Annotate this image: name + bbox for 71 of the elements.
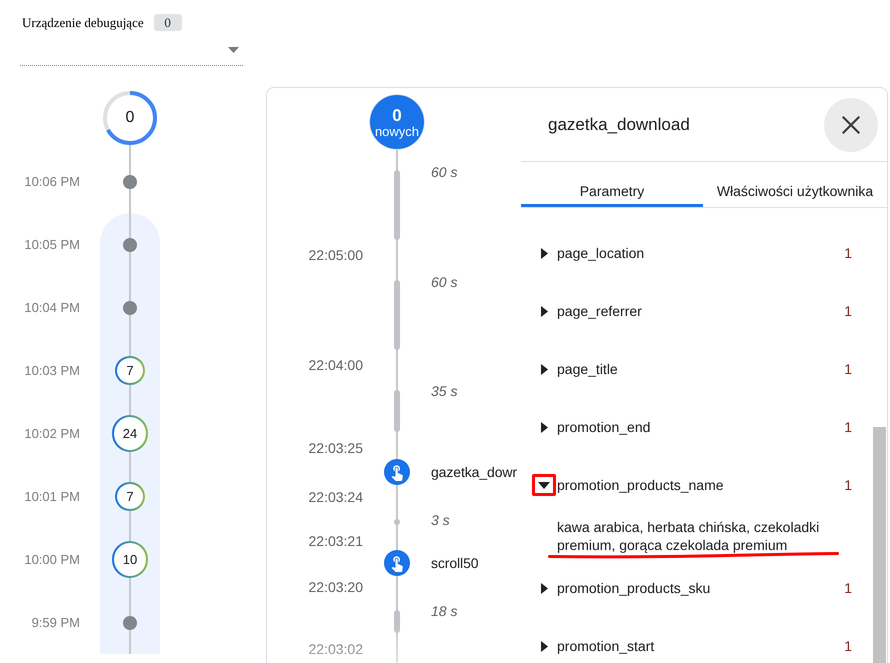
device-label: Urządzenie debugujące bbox=[22, 14, 144, 30]
minute-dot bbox=[123, 616, 137, 630]
scrollbar-thumb[interactable] bbox=[873, 427, 886, 663]
param-name: promotion_end bbox=[557, 419, 650, 435]
duration-bar bbox=[394, 170, 400, 240]
timestamp: 22:03:02 bbox=[308, 641, 364, 657]
caret-icon[interactable] bbox=[540, 582, 548, 594]
param-name: promotion_start bbox=[557, 638, 654, 654]
minute-time: 10:00 PM bbox=[24, 552, 81, 567]
event-name[interactable]: scroll50 bbox=[431, 555, 521, 571]
duration-label: 60 s bbox=[431, 274, 458, 290]
param-name: page_location bbox=[557, 245, 644, 261]
new-events-count: 0 bbox=[392, 106, 402, 124]
caret-icon[interactable] bbox=[540, 306, 548, 316]
timestamp: 22:03:25 bbox=[308, 440, 364, 456]
minute-time: 10:04 PM bbox=[24, 300, 81, 315]
param-count: 1 bbox=[844, 477, 852, 493]
countdown-ring bbox=[103, 91, 157, 145]
duration-label: 3 s bbox=[431, 512, 451, 528]
duration-label: 18 s bbox=[431, 603, 458, 619]
param-name: page_title bbox=[557, 361, 618, 377]
duration-label: 35 s bbox=[431, 383, 458, 399]
minute-time: 10:06 PM bbox=[24, 174, 81, 189]
duration-dot bbox=[394, 519, 400, 525]
caret-icon[interactable] bbox=[540, 364, 548, 374]
param-value: kawa arabica, herbata chińska, czekoladki premium, gorąca czekolada premium bbox=[557, 518, 820, 554]
tab[interactable]: Właściwości użytkownika bbox=[703, 162, 887, 207]
timestamp: 22:04:00 bbox=[308, 357, 364, 373]
minute-time: 10:02 PM bbox=[24, 426, 81, 441]
close-icon bbox=[842, 116, 860, 134]
device-count-badge: 0 bbox=[154, 14, 182, 31]
minute-dot bbox=[123, 238, 137, 252]
caret-icon[interactable] bbox=[538, 482, 550, 488]
minute-time: 10:03 PM bbox=[24, 363, 81, 378]
tab[interactable]: Parametry bbox=[521, 162, 703, 207]
event-name[interactable]: gazetka_dowr bbox=[431, 464, 521, 480]
new-events-label: nowych bbox=[374, 124, 420, 138]
param-name: promotion_products_name bbox=[557, 477, 724, 493]
param-name: promotion_products_sku bbox=[557, 580, 710, 596]
param-count: 1 bbox=[844, 419, 852, 435]
param-count: 1 bbox=[844, 303, 852, 319]
event-count-badge[interactable]: 7 bbox=[115, 482, 145, 512]
event-count-badge[interactable]: 7 bbox=[115, 356, 145, 386]
param-name: page_referrer bbox=[557, 303, 642, 319]
timestamp: 22:05:00 bbox=[308, 247, 364, 263]
duration-bar bbox=[394, 390, 400, 432]
timestamp: 22:03:21 bbox=[308, 533, 364, 549]
event-count-badge[interactable]: 24 bbox=[112, 415, 148, 452]
timestamp: 22:03:24 bbox=[308, 489, 364, 505]
minute-dot bbox=[123, 300, 137, 314]
hand-tap-icon[interactable] bbox=[384, 459, 410, 485]
param-count: 1 bbox=[844, 361, 852, 377]
dropdown-caret-icon bbox=[228, 47, 239, 53]
duration-bar bbox=[394, 280, 400, 350]
minute-time: 10:01 PM bbox=[24, 489, 81, 504]
duration-bar bbox=[394, 610, 400, 633]
minute-time: 9:59 PM bbox=[32, 615, 81, 630]
event-count-badge[interactable]: 10 bbox=[112, 541, 148, 578]
minute-dot bbox=[123, 174, 137, 188]
caret-icon[interactable] bbox=[540, 422, 548, 432]
param-count: 1 bbox=[844, 580, 852, 596]
param-count: 1 bbox=[844, 638, 852, 654]
event-title: gazetka_download bbox=[548, 114, 690, 134]
countdown-value: 0 bbox=[126, 109, 134, 127]
hand-tap-icon[interactable] bbox=[384, 550, 410, 576]
duration-label: 60 s bbox=[431, 164, 458, 180]
caret-icon[interactable] bbox=[540, 248, 548, 258]
caret-icon[interactable] bbox=[540, 640, 548, 652]
timestamp: 22:03:20 bbox=[308, 579, 364, 595]
minute-time: 10:05 PM bbox=[24, 237, 81, 252]
param-count: 1 bbox=[844, 245, 852, 261]
